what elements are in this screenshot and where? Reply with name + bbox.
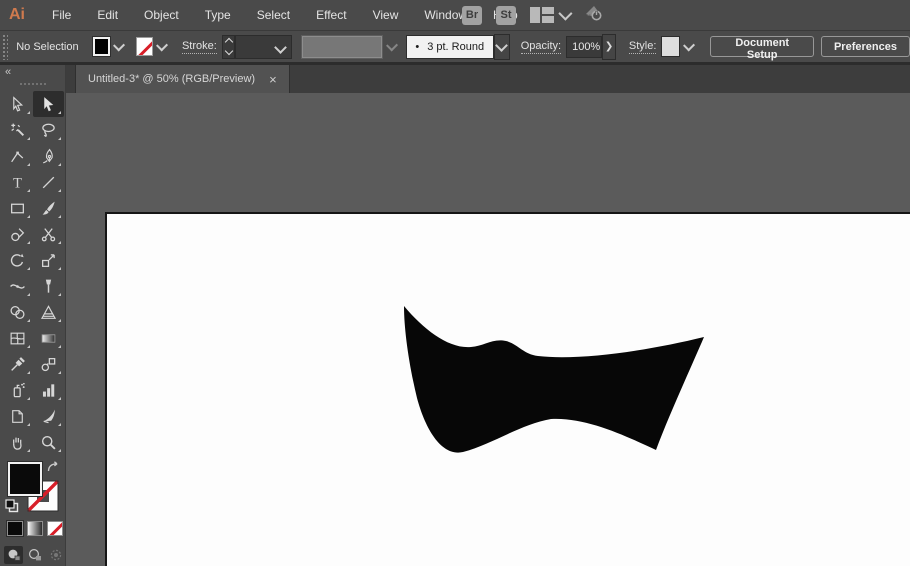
opacity-label[interactable]: Opacity: <box>521 40 561 54</box>
direct-selection-tool[interactable] <box>2 91 33 117</box>
perspective-grid-tool[interactable] <box>33 299 64 325</box>
menu-file[interactable]: File <box>39 0 84 30</box>
eyedropper-tool[interactable] <box>2 351 33 377</box>
shape-builder-tool[interactable] <box>2 299 33 325</box>
shaper-tool[interactable] <box>2 221 33 247</box>
panel-grip[interactable] <box>19 82 47 87</box>
tools-panel: « <box>0 65 66 566</box>
select-chevron-icon <box>274 41 287 54</box>
control-bar: No Selection Stroke: • 3 pt. Round Opaci… <box>0 31 910 62</box>
canvas-area[interactable] <box>66 93 910 566</box>
style-label[interactable]: Style: <box>629 40 657 54</box>
stroke-color-swatch[interactable] <box>136 37 153 56</box>
stock-icon[interactable]: St <box>496 6 516 25</box>
hand-tool[interactable] <box>2 429 33 455</box>
style-swatch[interactable] <box>661 36 680 57</box>
menu-object[interactable]: Object <box>131 0 192 30</box>
black-blob-path <box>404 306 704 453</box>
stroke-weight-label[interactable]: Stroke: <box>182 40 217 54</box>
selection-status: No Selection <box>16 41 87 53</box>
workspace-switcher[interactable] <box>530 7 569 23</box>
app-logo-icon: Ai <box>9 6 25 24</box>
illustrator-window: Ai File Edit Object Type Select Effect V… <box>0 0 910 566</box>
paintbrush-tool[interactable] <box>33 195 64 221</box>
artboard-tool[interactable] <box>2 403 33 429</box>
preferences-button[interactable]: Preferences <box>821 36 910 57</box>
rotate-tool[interactable] <box>2 247 33 273</box>
document-tab-bar: Untitled-3* @ 50% (RGB/Preview) × <box>66 65 910 94</box>
line-segment-tool[interactable] <box>33 169 64 195</box>
mesh-tool[interactable] <box>2 325 33 351</box>
document-setup-button[interactable]: Document Setup <box>710 36 814 57</box>
menu-type[interactable]: Type <box>192 0 244 30</box>
none-button[interactable] <box>47 521 63 536</box>
brush-definition-select[interactable]: • 3 pt. Round <box>406 35 493 59</box>
brush-dot-icon: • <box>415 41 419 53</box>
width-profile-select[interactable] <box>301 35 383 59</box>
document-tab[interactable]: Untitled-3* @ 50% (RGB/Preview) × <box>75 65 290 93</box>
puppet-warp-tool[interactable] <box>33 273 64 299</box>
rectangle-tool[interactable] <box>2 195 33 221</box>
symbol-sprayer-tool[interactable] <box>2 377 33 403</box>
brush-chevron-button[interactable] <box>494 34 510 60</box>
fill-color-swatch[interactable] <box>93 37 110 56</box>
scissors-tool[interactable] <box>33 221 64 247</box>
menubar-right-icons: Br St <box>462 0 605 30</box>
panel-grip[interactable] <box>2 34 8 60</box>
fill-proxy-swatch[interactable] <box>8 462 42 496</box>
default-fill-stroke-icon[interactable] <box>5 499 19 518</box>
stroke-chevron-icon[interactable] <box>156 39 168 51</box>
type-tool[interactable]: T <box>2 169 33 195</box>
drawing-mode-buttons <box>0 544 66 566</box>
svg-text:T: T <box>13 175 22 191</box>
column-graph-tool[interactable] <box>33 377 64 403</box>
opacity-expand-button[interactable]: ❯ <box>602 34 616 60</box>
zoom-tool[interactable] <box>33 429 64 455</box>
document-tab-title: Untitled-3* @ 50% (RGB/Preview) <box>88 73 255 85</box>
pen-tool[interactable] <box>33 143 64 169</box>
draw-normal-icon[interactable] <box>4 546 23 564</box>
tool-grid: T <box>2 91 64 455</box>
swap-fill-stroke-icon[interactable] <box>46 461 60 479</box>
bridge-icon[interactable]: Br <box>462 6 482 25</box>
chevron-down-icon <box>495 39 508 52</box>
draw-inside-icon[interactable] <box>46 546 65 564</box>
fill-chevron-icon[interactable] <box>113 39 125 51</box>
gradient-tool[interactable] <box>33 325 64 351</box>
workspace-layout-icon <box>530 7 554 23</box>
menu-select[interactable]: Select <box>244 0 303 30</box>
lasso-tool[interactable] <box>33 117 64 143</box>
vector-shape[interactable] <box>66 93 910 566</box>
opacity-input[interactable]: 100% <box>566 36 602 58</box>
selection-tool[interactable] <box>33 91 64 117</box>
curvature-tool[interactable] <box>2 143 33 169</box>
stroke-weight-select[interactable] <box>235 35 292 59</box>
step-up-icon[interactable] <box>224 38 232 46</box>
collapse-panel-icon[interactable]: « <box>5 66 10 78</box>
magic-wand-tool[interactable] <box>2 117 33 143</box>
menu-effect[interactable]: Effect <box>303 0 359 30</box>
width-profile-chevron-icon[interactable] <box>386 39 398 51</box>
stroke-weight-stepper[interactable] <box>222 35 236 59</box>
slice-tool[interactable] <box>33 403 64 429</box>
close-icon[interactable]: × <box>269 73 277 86</box>
step-down-icon[interactable] <box>224 47 232 55</box>
chevron-down-icon <box>558 7 572 21</box>
style-chevron-icon[interactable] <box>683 39 695 51</box>
menu-edit[interactable]: Edit <box>84 0 131 30</box>
fill-stroke-proxy <box>0 459 66 521</box>
paint-style-buttons <box>0 521 66 545</box>
menu-view[interactable]: View <box>360 0 412 30</box>
scale-tool[interactable] <box>33 247 64 273</box>
color-button[interactable] <box>7 521 23 536</box>
width-tool[interactable] <box>2 273 33 299</box>
draw-behind-icon[interactable] <box>25 546 44 564</box>
gpu-performance-icon[interactable] <box>583 4 605 27</box>
brush-definition-value: 3 pt. Round <box>427 41 484 53</box>
menu-bar: Ai File Edit Object Type Select Effect V… <box>0 0 910 31</box>
gradient-button[interactable] <box>27 521 43 536</box>
blend-tool[interactable] <box>33 351 64 377</box>
